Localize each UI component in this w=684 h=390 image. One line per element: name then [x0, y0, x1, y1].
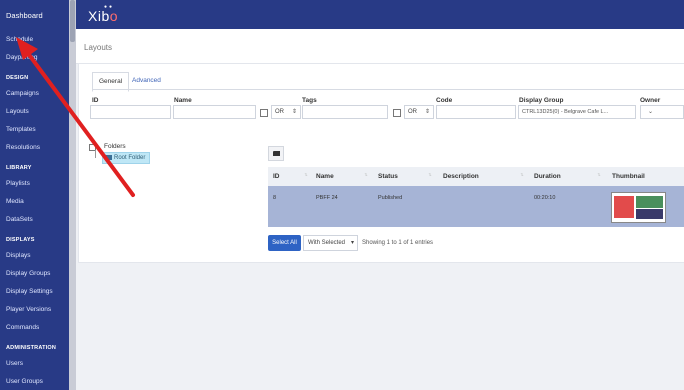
layout-thumbnail[interactable]: [611, 192, 666, 223]
select-arrows-icon: ⇕: [424, 109, 430, 115]
page-header: Layouts: [76, 29, 684, 64]
sidebar-item-user-groups[interactable]: User Groups: [6, 378, 43, 385]
id-filter-label: ID: [92, 97, 99, 104]
sidebar-item-schedule[interactable]: Schedule: [6, 36, 33, 43]
sidebar-item-playlists[interactable]: Playlists: [6, 180, 30, 187]
sidebar-item-campaigns[interactable]: Campaigns: [6, 90, 39, 97]
table-info: Showing 1 to 1 of 1 entries: [362, 240, 434, 246]
column-header-name[interactable]: Name: [316, 173, 334, 180]
sidebar-item-dayparting[interactable]: Dayparting: [6, 54, 37, 61]
tab-advanced[interactable]: Advanced: [126, 72, 167, 90]
tabs-divider: [92, 89, 684, 90]
column-header-id[interactable]: ID: [273, 173, 280, 180]
sidebar-item-commands[interactable]: Commands: [6, 324, 39, 331]
root-folder-node[interactable]: Root Folder: [102, 152, 151, 164]
sidebar-item-resolutions[interactable]: Resolutions: [6, 144, 40, 151]
sidebar-heading-design: DESIGN: [6, 75, 29, 81]
logo-text-accent: o: [109, 8, 119, 24]
logo-text: Xib: [88, 8, 110, 24]
folder-toggle-button[interactable]: [268, 146, 284, 161]
tags-filter-input[interactable]: [302, 105, 388, 119]
sidebar-item-datasets[interactable]: DataSets: [6, 216, 33, 223]
sidebar-item-media[interactable]: Media: [6, 198, 24, 205]
name-logical-operator-select[interactable]: OR ⇕: [271, 105, 301, 119]
table-row[interactable]: 8 PBFF 24 Published 00:20:10: [268, 186, 684, 227]
name-logical-checkbox[interactable]: [260, 109, 268, 117]
display-group-select[interactable]: CTRL13D25(0) - Belgrave Cafe L...: [518, 105, 636, 119]
folder-icon: [106, 155, 112, 160]
tags-filter-label: Tags: [302, 97, 317, 104]
top-navbar: Xibo ●●: [76, 0, 684, 29]
code-filter-label: Code: [436, 97, 453, 104]
logo-dots-icon: ●●: [104, 4, 115, 10]
thumbnail-block: [636, 196, 663, 208]
sidebar-item-displays[interactable]: Displays: [6, 252, 31, 259]
display-group-value: CTRL13D25(0) - Belgrave Cafe L...: [522, 109, 609, 115]
sort-icon[interactable]: ↑↓: [520, 172, 524, 178]
sidebar-heading-displays: DISPLAYS: [6, 237, 35, 243]
id-filter-input[interactable]: [90, 105, 171, 119]
owner-filter-label: Owner: [640, 97, 661, 104]
sort-icon[interactable]: ↑↓: [304, 172, 308, 178]
name-filter-input[interactable]: [173, 105, 256, 119]
sidebar-scrollbar-thumb[interactable]: [70, 0, 75, 42]
tree-connector-line: [95, 150, 96, 158]
name-filter-label: Name: [174, 97, 192, 104]
caret-down-icon: ▾: [350, 240, 354, 246]
page-title: Layouts: [84, 43, 113, 52]
column-header-status[interactable]: Status: [378, 173, 398, 180]
sort-icon[interactable]: ↑↓: [428, 172, 432, 178]
column-header-thumbnail: Thumbnail: [612, 173, 645, 180]
sidebar-item-display-groups[interactable]: Display Groups: [6, 270, 50, 277]
sidebar-item-users[interactable]: Users: [6, 360, 23, 367]
root-folder-label: Root Folder: [114, 155, 146, 161]
sort-icon[interactable]: ↑↓: [364, 172, 368, 178]
with-selected-dropdown[interactable]: With Selected ▾: [303, 235, 358, 251]
cell-name[interactable]: PBFF 24: [316, 195, 338, 201]
with-selected-label: With Selected: [308, 240, 346, 246]
column-header-description[interactable]: Description: [443, 173, 479, 180]
sidebar-heading-library: LIBRARY: [6, 165, 32, 171]
cell-id: 8: [273, 195, 277, 201]
sidebar-item-templates[interactable]: Templates: [6, 126, 36, 133]
sidebar: Dashboard Schedule Dayparting DESIGN Cam…: [0, 0, 69, 390]
select-arrows-icon: ⇕: [291, 109, 297, 115]
cell-duration: 00:20:10: [534, 195, 556, 201]
xibo-logo[interactable]: Xibo: [88, 8, 118, 24]
select-all-button[interactable]: Select All: [268, 235, 301, 251]
sidebar-item-display-settings[interactable]: Display Settings: [6, 288, 53, 295]
display-group-filter-label: Display Group: [519, 97, 564, 104]
sidebar-heading-administration: ADMINISTRATION: [6, 345, 57, 351]
sidebar-item-player-versions[interactable]: Player Versions: [6, 306, 51, 313]
owner-select[interactable]: ⌄: [640, 105, 684, 119]
name-logical-operator-value: OR: [275, 109, 284, 115]
tags-logical-operator-value: OR: [408, 109, 417, 115]
folders-label: Folders: [104, 143, 126, 150]
code-filter-input[interactable]: [436, 105, 516, 119]
tags-logical-checkbox[interactable]: [393, 109, 401, 117]
thumbnail-block: [614, 196, 634, 218]
cell-status: Published: [378, 195, 403, 201]
sidebar-scrollbar-track[interactable]: [69, 0, 76, 390]
thumbnail-block: [636, 209, 663, 219]
tags-logical-operator-select[interactable]: OR ⇕: [404, 105, 434, 119]
sidebar-item-dashboard[interactable]: Dashboard: [6, 11, 43, 20]
table-header: ID ↑↓ Name ↑↓ Status ↑↓ Description ↑↓ D…: [268, 167, 684, 187]
column-header-duration[interactable]: Duration: [534, 173, 561, 180]
chevron-down-icon: ⌄: [647, 109, 653, 115]
sort-icon[interactable]: ↑↓: [597, 172, 601, 178]
sidebar-item-layouts[interactable]: Layouts: [6, 108, 29, 115]
folder-icon: [273, 151, 280, 156]
